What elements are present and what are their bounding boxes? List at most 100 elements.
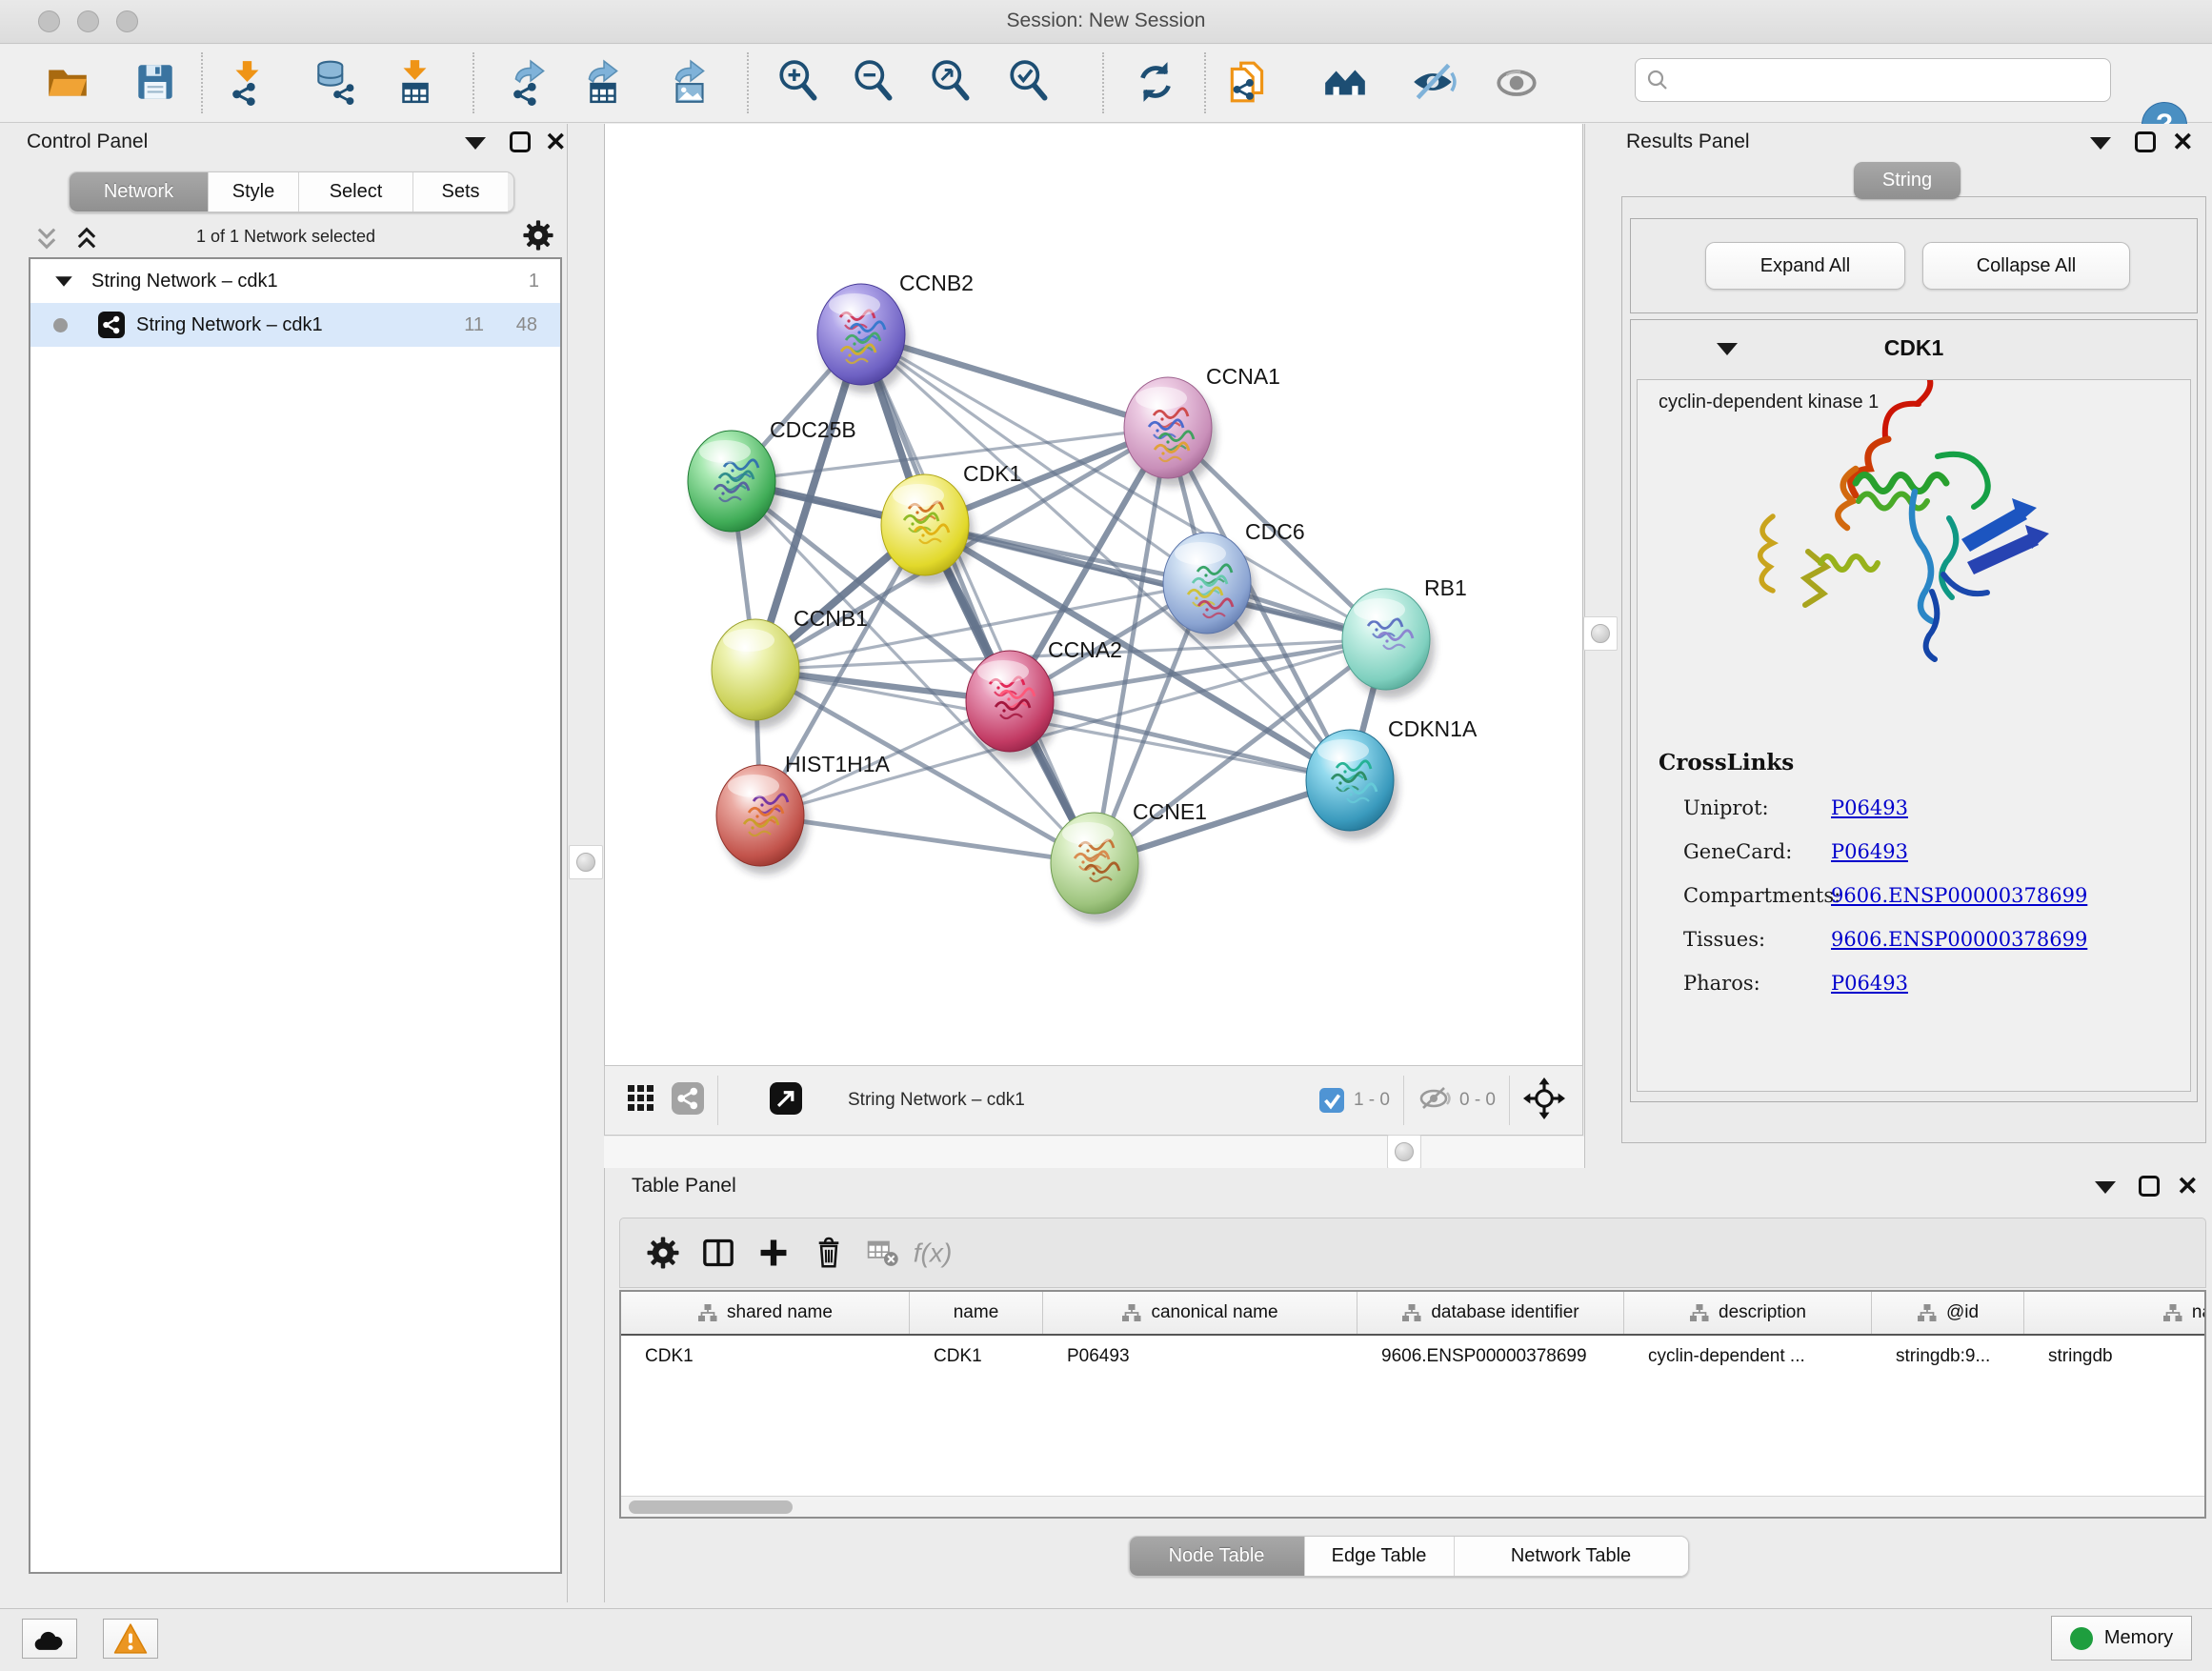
apply-preferred-layout-icon[interactable] [1129,55,1182,109]
collapse-all-icon[interactable] [32,225,61,256]
tab-edge-table[interactable]: Edge Table [1304,1537,1454,1576]
zoom-out-icon[interactable] [848,55,901,109]
node-CCNE1[interactable] [1051,813,1143,922]
column-header--id[interactable]: @id [1872,1292,2024,1334]
node-CCNB2[interactable] [817,284,910,393]
results-buttons-bar: Expand All Collapse All [1630,218,2198,313]
crosslink-row: Tissues:9606.ENSP00000378699 [1683,928,2179,972]
export-table-icon[interactable] [576,55,630,109]
network-options-gear-icon[interactable] [522,219,554,256]
open-session-icon[interactable] [41,55,94,109]
tab-network-table[interactable]: Network Table [1454,1537,1688,1576]
crosslink-link[interactable]: 9606.ENSP00000378699 [1831,884,2087,907]
warning-button[interactable] [103,1619,158,1659]
detach-view-icon[interactable] [770,1082,802,1119]
close-panel-icon[interactable]: ✕ [545,131,567,152]
zoom-in-icon[interactable] [773,55,826,109]
table-settings-gear-icon[interactable] [635,1229,691,1277]
table-panel: Table Panel ✕ f(x) shared namenamecanoni… [604,1168,2212,1602]
export-network-icon[interactable] [503,55,556,109]
hidden-eye-icon[interactable] [1418,1084,1452,1117]
add-column-icon[interactable] [746,1229,801,1277]
edge-HIST1H1A-CCNE1[interactable] [760,815,1095,863]
control-panel-splitter[interactable] [568,124,604,1602]
splitter-handle[interactable] [569,845,603,879]
birdseye-crosshair-icon[interactable] [1523,1077,1565,1124]
zoom-fit-content-icon[interactable] [925,55,978,109]
close-panel-icon[interactable]: ✕ [2177,1176,2199,1197]
node-label-CCNA1: CCNA1 [1206,364,1280,389]
collection-expander-icon[interactable] [55,276,72,286]
show-all-icon[interactable] [1490,55,1543,109]
save-session-icon[interactable] [129,55,182,109]
statusbar-divider [717,1076,718,1125]
table-row[interactable]: CDK1CDK1P064939606.ENSP00000378699cyclin… [621,1336,2204,1378]
expand-all-icon[interactable] [72,225,101,256]
column-header-shared-name[interactable]: shared name [621,1292,910,1334]
hide-selected-icon[interactable] [1406,55,1459,109]
float-panel-icon[interactable] [2139,1176,2160,1197]
node-CDC6[interactable] [1163,533,1256,642]
node-RB1[interactable] [1342,589,1435,698]
column-header-database-identifier[interactable]: database identifier [1357,1292,1624,1334]
node-CDKN1A[interactable] [1306,730,1398,839]
node-HIST1H1A[interactable] [716,765,809,875]
tab-network[interactable]: Network [70,172,208,211]
network-collection-row[interactable]: String Network – cdk1 1 [30,259,560,303]
collapse-all-button[interactable]: Collapse All [1922,242,2130,290]
panel-menu-icon[interactable] [2090,137,2111,150]
crosslink-link[interactable]: P06493 [1831,796,1908,819]
tab-node-table[interactable]: Node Table [1130,1537,1304,1576]
network-view-canvas[interactable]: CCNB2CCNA1CDC25BCDK1CDC6RB1CCNB1CCNA2CDK… [604,124,1583,1065]
edge-CDK1-RB1[interactable] [925,525,1386,639]
column-header-canonical-name[interactable]: canonical name [1043,1292,1357,1334]
search-input[interactable] [1670,69,2110,91]
node-CDC25B[interactable] [688,431,780,540]
edge-CCNB2-CCNE1[interactable] [861,334,1095,863]
network-row[interactable]: String Network – cdk1 11 48 [30,303,560,347]
network-graph[interactable]: CCNB2CCNA1CDC25BCDK1CDC6RB1CCNB1CCNA2CDK… [605,124,1582,1063]
expand-all-button[interactable]: Expand All [1705,242,1905,290]
panel-menu-icon[interactable] [465,137,486,150]
first-neighbors-of-selected-icon[interactable] [1318,55,1372,109]
close-panel-icon[interactable]: ✕ [2172,131,2194,152]
node-label-CDC6: CDC6 [1245,519,1305,544]
tab-string[interactable]: String [1854,162,1961,199]
delete-column-icon[interactable] [801,1229,856,1277]
column-header-name[interactable]: name [910,1292,1043,1334]
tab-sets[interactable]: Sets [412,172,508,211]
import-network-from-database-icon[interactable] [309,55,362,109]
crosslink-link[interactable]: P06493 [1831,972,1908,995]
splitter-handle[interactable] [1583,616,1618,651]
function-builder-icon[interactable]: f(x) [912,1229,967,1277]
crosslink-link[interactable]: 9606.ENSP00000378699 [1831,928,2087,951]
splitter-handle[interactable] [1387,1135,1421,1169]
grid-view-icon[interactable] [626,1083,656,1118]
memory-button[interactable]: Memory [2051,1616,2192,1661]
delete-table-icon[interactable] [856,1229,912,1277]
float-panel-icon[interactable] [2135,131,2156,152]
column-header-description[interactable]: description [1624,1292,1872,1334]
export-image-icon[interactable] [663,55,716,109]
zoom-selected-region-icon[interactable] [1003,55,1056,109]
tab-style[interactable]: Style [208,172,298,211]
node-CDK1[interactable] [881,474,974,584]
float-panel-icon[interactable] [510,131,531,152]
column-header-namespace[interactable]: namespace [2024,1292,2206,1334]
network-view-share-icon[interactable] [672,1082,704,1119]
tab-select[interactable]: Select [298,172,412,211]
new-network-from-selection-icon[interactable] [1221,55,1275,109]
import-table-from-file-icon[interactable] [389,55,442,109]
crosslink-link[interactable]: P06493 [1831,840,1908,863]
toolbar-separator [747,52,749,113]
crosslink-row: Compartments:9606.ENSP00000378699 [1683,884,2179,928]
selected-checkbox-icon[interactable] [1319,1088,1344,1113]
show-columns-icon[interactable] [691,1229,746,1277]
search-box[interactable] [1635,58,2111,102]
horizontal-scrollbar[interactable] [621,1496,2204,1517]
panel-menu-icon[interactable] [2095,1181,2116,1194]
import-network-from-file-icon[interactable] [221,55,274,109]
node-CCNA1[interactable] [1124,377,1217,487]
scrollbar-thumb[interactable] [629,1500,793,1514]
cloud-button[interactable] [22,1619,77,1659]
